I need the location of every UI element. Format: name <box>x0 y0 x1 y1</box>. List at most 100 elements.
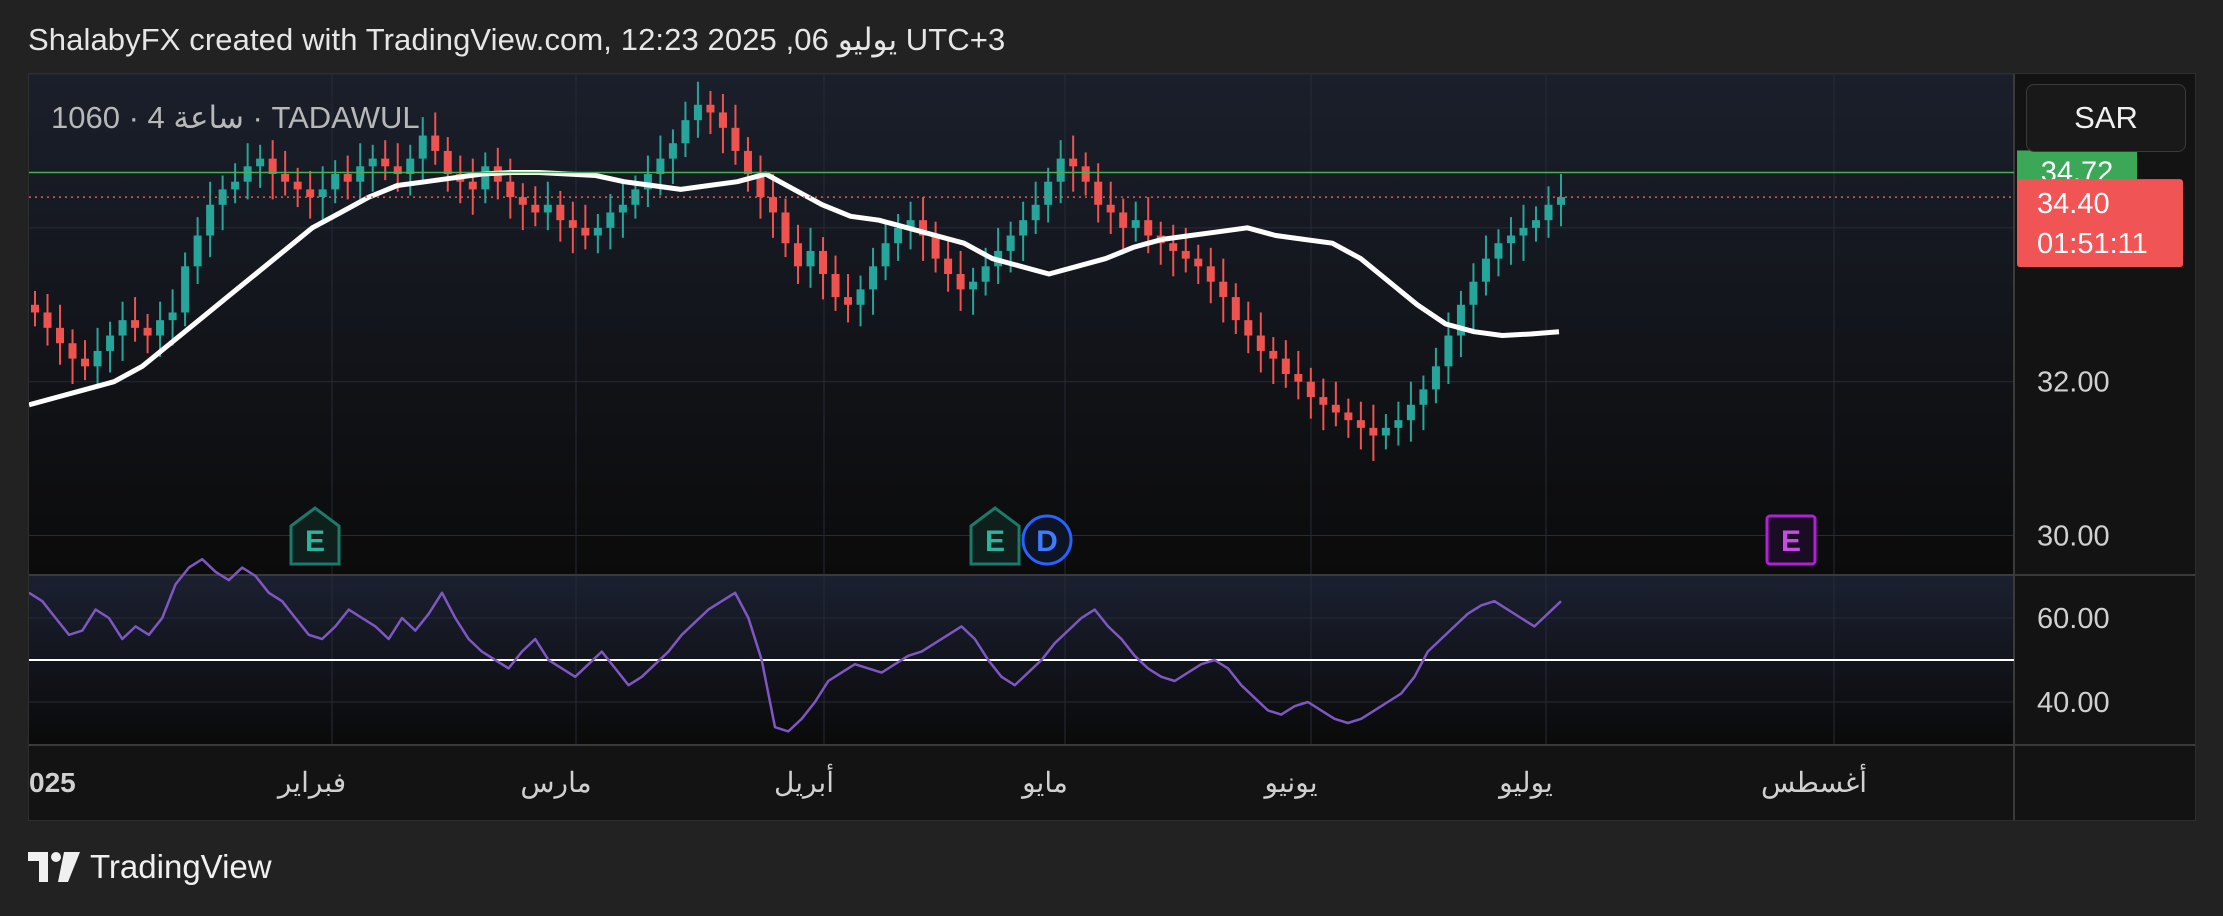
candle-body <box>856 289 865 305</box>
candle-body <box>1519 227 1528 236</box>
candle-body <box>1031 204 1040 221</box>
candle-body <box>181 266 190 313</box>
candle-body <box>443 150 452 174</box>
candle-body <box>356 166 365 182</box>
candle-body <box>844 297 853 305</box>
event-label: D <box>1036 525 1058 558</box>
candle-body <box>731 127 740 151</box>
candle-body <box>1256 335 1265 351</box>
candle-body <box>143 327 152 336</box>
brand[interactable]: TradingView <box>28 848 272 886</box>
time-axis-label: مايو <box>1020 767 1068 799</box>
candle-body <box>93 350 102 367</box>
candle-body <box>969 281 978 290</box>
dividend-marker[interactable]: D <box>1021 514 1073 566</box>
event-label: E <box>985 525 1005 558</box>
candle-body <box>881 243 890 267</box>
candle-body <box>568 220 577 228</box>
candle-body <box>931 235 940 259</box>
candle-body <box>1306 381 1315 398</box>
candle-body <box>1206 266 1215 282</box>
chart-frame[interactable]: 025 فبراير مارس أبريل مايو يونيو يوليو أغسطس 32.… <box>28 73 2196 821</box>
tradingview-logo-icon <box>28 852 80 882</box>
candle-body <box>681 120 690 144</box>
candle-body <box>1506 235 1515 244</box>
candle-body <box>481 166 490 190</box>
candle-body <box>256 158 265 167</box>
candle-body <box>506 181 515 198</box>
candle-body <box>781 212 790 244</box>
candle-body <box>318 189 327 198</box>
candle-body <box>593 227 602 236</box>
candle-body <box>768 197 777 213</box>
candle-body <box>1531 220 1540 228</box>
candle-body <box>206 204 215 236</box>
rsi-tick-label: 60.00 <box>2037 603 2110 635</box>
event-label: E <box>1781 525 1801 558</box>
candle-body <box>1231 297 1240 321</box>
brand-name: TradingView <box>90 848 272 885</box>
candle-body <box>1294 374 1303 382</box>
rsi-tick-label: 40.00 <box>2037 687 2110 719</box>
candle-body <box>1269 350 1278 359</box>
candle-body <box>231 181 240 190</box>
candle-body <box>156 320 165 336</box>
earnings-marker[interactable]: E <box>1765 514 1817 566</box>
candle-body <box>306 189 315 198</box>
time-axis-label: يونيو <box>1263 767 1318 799</box>
symbol-label[interactable]: 1060 · 4 ساعة · TADAWUL <box>51 100 420 136</box>
candle-body <box>543 204 552 213</box>
time-axis-label: فبراير <box>276 767 346 799</box>
candle-body <box>1119 212 1128 228</box>
candle-body <box>656 158 665 174</box>
candle-body <box>193 235 202 267</box>
candle-body <box>556 204 565 221</box>
candle-body <box>1044 181 1053 205</box>
currency-button[interactable]: SAR <box>2026 84 2186 152</box>
candle-body <box>1369 427 1378 436</box>
candle-body <box>944 258 953 274</box>
candle-body <box>1544 204 1553 221</box>
last-price-label: 34.40 <box>2037 188 2110 220</box>
price-tick-label: 30.00 <box>2037 521 2110 553</box>
candle-body <box>31 304 39 313</box>
candle-body <box>606 212 615 228</box>
candle-body <box>1481 258 1490 282</box>
candle-body <box>1069 158 1078 167</box>
candle-body <box>1131 220 1140 228</box>
candle-body <box>1356 420 1365 428</box>
candle-body <box>1381 427 1390 436</box>
candle-body <box>1181 250 1190 259</box>
candle-body <box>581 227 590 236</box>
candle-body <box>831 274 840 298</box>
candle-body <box>1557 197 1565 205</box>
candle-body <box>1244 320 1253 336</box>
candle-body <box>1319 397 1328 405</box>
candle-body <box>1094 181 1103 205</box>
candle-body <box>618 204 627 213</box>
candle-body <box>56 327 65 344</box>
candle-body <box>1194 258 1203 267</box>
time-axis-label: أبريل <box>774 764 834 799</box>
candle-body <box>1281 358 1290 374</box>
candle-body <box>819 250 828 274</box>
candle-body <box>794 243 802 267</box>
candle-body <box>693 104 702 121</box>
candle-body <box>668 143 677 159</box>
time-axis-label: يوليو <box>1497 767 1553 799</box>
candle-body <box>168 312 177 321</box>
candle-body <box>869 266 878 290</box>
price-tick-label: 32.00 <box>2037 367 2110 399</box>
candle-body <box>68 343 77 359</box>
candle-body <box>1144 220 1153 236</box>
candle-body <box>118 320 127 336</box>
countdown-label: 01:51:11 <box>2037 228 2148 260</box>
candle-body <box>981 266 990 282</box>
candle-body <box>1444 335 1453 367</box>
time-axis-label: 025 <box>29 767 76 798</box>
candle-body <box>268 158 277 174</box>
candle-body <box>1419 389 1428 405</box>
chart-canvas[interactable]: 025 فبراير مارس أبريل مايو يونيو يوليو أغسطس 32.… <box>29 74 2195 820</box>
candle-body <box>1106 204 1115 213</box>
time-axis-label: أغسطس <box>1761 764 1867 799</box>
